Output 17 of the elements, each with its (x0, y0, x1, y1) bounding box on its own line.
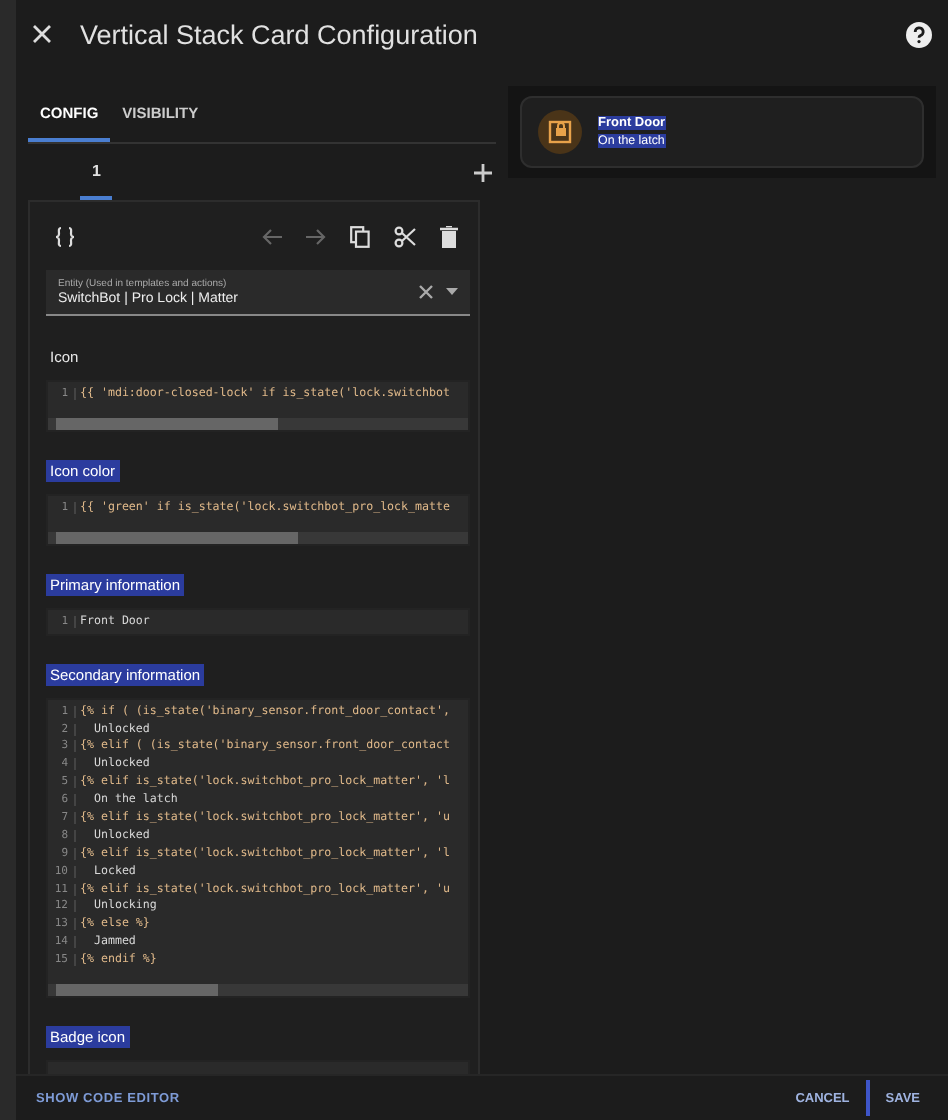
delete-icon[interactable] (440, 225, 458, 247)
arrow-right-icon[interactable] (306, 227, 326, 245)
scrollbar[interactable] (48, 984, 468, 997)
copy-icon[interactable] (350, 225, 370, 247)
help-icon[interactable] (906, 21, 932, 47)
scrollbar[interactable] (48, 531, 468, 544)
lock-icon (538, 110, 582, 154)
scissors-icon[interactable] (394, 225, 416, 247)
arrow-left-icon[interactable] (262, 227, 282, 245)
code-editor[interactable] (46, 697, 470, 999)
add-icon[interactable] (474, 163, 492, 181)
dialog-title: Vertical Stack Card Configuration (80, 19, 478, 49)
dropdown-icon[interactable] (446, 288, 458, 296)
clear-icon[interactable] (418, 284, 434, 300)
code-icon[interactable] (54, 225, 76, 247)
scrollbar[interactable] (48, 417, 468, 430)
close-icon[interactable] (32, 24, 52, 44)
